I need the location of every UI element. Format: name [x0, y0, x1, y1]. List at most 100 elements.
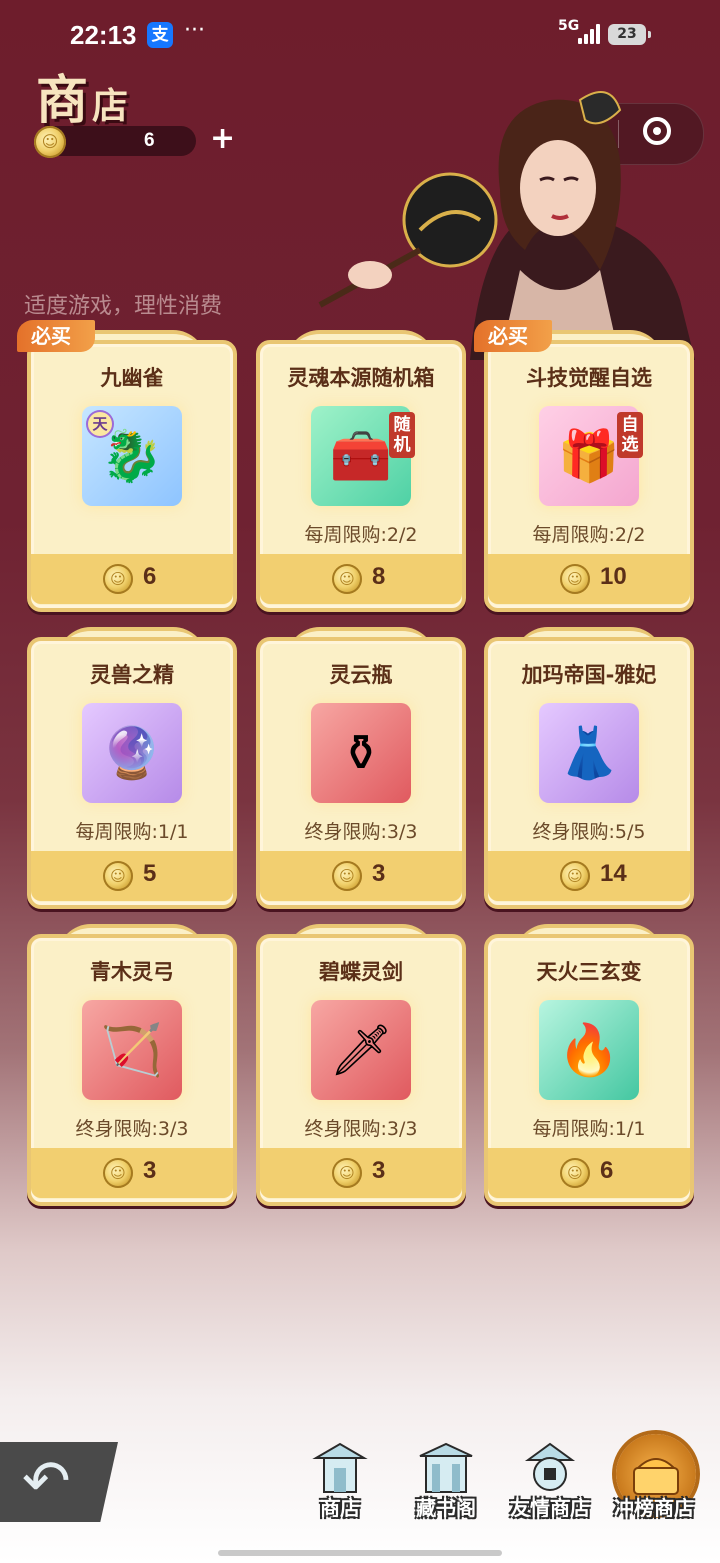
- shop-item-card[interactable]: 必买 九幽雀 🐉 天 6: [17, 320, 237, 612]
- purchase-limit: 终身限购:5/5: [532, 821, 646, 843]
- more-status-icon: ···: [184, 18, 205, 43]
- item-price: 5: [143, 860, 157, 887]
- price-bar[interactable]: 3: [31, 1148, 233, 1198]
- item-name: 加玛帝国-雅妃: [521, 663, 657, 687]
- add-coin-button[interactable]: +: [210, 123, 235, 155]
- coin-icon: [560, 564, 590, 594]
- coin-icon: [34, 126, 66, 158]
- price-bar[interactable]: 3: [260, 1148, 462, 1198]
- item-icon: 🐉 天: [82, 406, 182, 506]
- network-label: 5G: [558, 18, 580, 34]
- gourd-vase-icon: ⚱: [340, 724, 382, 782]
- status-time: 22:13: [70, 20, 137, 50]
- nav-library[interactable]: 藏书阁: [398, 1440, 494, 1530]
- item-icon: 🔥: [539, 1000, 639, 1100]
- price-bar[interactable]: 6: [31, 554, 233, 604]
- coin-balance: 6: [144, 130, 155, 151]
- home-indicator[interactable]: [218, 1550, 502, 1556]
- nav-label: 藏书阁: [416, 1496, 476, 1520]
- item-name: 九幽雀: [100, 366, 164, 390]
- coin-balance-bar: 6 +: [34, 123, 235, 158]
- price-bar[interactable]: 3: [260, 851, 462, 901]
- price-bar[interactable]: 10: [488, 554, 690, 604]
- back-button[interactable]: ↶: [0, 1442, 118, 1522]
- flame-scroll-icon: 🔥: [557, 1021, 621, 1079]
- item-price: 14: [600, 860, 627, 887]
- item-name: 斗技觉醒自选: [526, 366, 652, 390]
- item-icon: 🏹: [82, 1000, 182, 1100]
- price-bar[interactable]: 6: [488, 1148, 690, 1198]
- item-icon: 🎁 自选: [539, 406, 643, 506]
- purchase-limit: 终身限购:3/3: [304, 821, 418, 843]
- purchase-limit: 终身限购:3/3: [304, 1118, 418, 1140]
- nav-friendship-shop[interactable]: 友情商店: [502, 1440, 598, 1530]
- purchase-limit: 每周限购:2/2: [304, 524, 418, 546]
- coin-icon: [103, 861, 133, 891]
- item-name: 天火三玄变: [536, 960, 642, 984]
- coin-icon: [332, 564, 362, 594]
- item-price: 3: [143, 1157, 157, 1184]
- slogan-text: 适度游戏，理性消费: [24, 294, 223, 319]
- costume-icon: 👗: [557, 724, 621, 782]
- title-char-1: 商: [36, 70, 89, 131]
- price-bar[interactable]: 5: [31, 851, 233, 901]
- item-price: 3: [372, 860, 386, 887]
- title-char-2: 店: [92, 85, 129, 127]
- shop-item-card[interactable]: 灵云瓶 ⚱ 终身限购:3/3 3: [256, 627, 466, 909]
- tier-badge: 天: [88, 412, 112, 436]
- close-miniprogram-button[interactable]: [643, 117, 671, 145]
- choice-tag: 自选: [617, 412, 643, 458]
- random-tag: 随机: [389, 412, 415, 458]
- item-icon: 🗡: [311, 1000, 411, 1100]
- coin-icon: [103, 564, 133, 594]
- shop-item-card[interactable]: 加玛帝国-雅妃 👗 终身限购:5/5 14: [484, 627, 694, 909]
- library-icon: [419, 1442, 473, 1493]
- sword-icon: 🗡: [329, 1021, 393, 1079]
- item-name: 青木灵弓: [90, 960, 174, 984]
- miniprogram-capsule: •••: [532, 103, 704, 165]
- shop-item-card[interactable]: 必买 斗技觉醒自选 🎁 自选 每周限购:2/2 10: [474, 320, 694, 612]
- item-name: 灵云瓶: [329, 663, 393, 687]
- must-buy-badge: 必买: [17, 320, 95, 352]
- item-price: 8: [372, 563, 386, 590]
- back-arrow-icon: ↶: [22, 1447, 71, 1515]
- must-buy-badge: 必买: [474, 320, 552, 352]
- page-title: 商店: [36, 58, 128, 133]
- item-icon: 🔮: [82, 703, 182, 803]
- shop-item-card[interactable]: 天火三玄变 🔥 每周限购:1/1 6: [484, 924, 694, 1206]
- price-bar[interactable]: 8: [260, 554, 462, 604]
- nav-label: 友情商店: [510, 1496, 590, 1520]
- shop-item-card[interactable]: 灵兽之精 🔮 每周限购:1/1 5: [27, 627, 237, 909]
- purchase-limit: 每周限购:1/1: [532, 1118, 646, 1140]
- bow-icon: 🏹: [100, 1021, 164, 1079]
- nav-shop[interactable]: 商店: [292, 1440, 388, 1530]
- item-price: 3: [372, 1157, 386, 1184]
- nav-ranking-shop[interactable]: 冲榜商店: [606, 1434, 702, 1530]
- coin-icon: [560, 1158, 590, 1188]
- item-price: 6: [143, 563, 157, 590]
- nav-label: 商店: [320, 1496, 360, 1520]
- coin-icon: [332, 861, 362, 891]
- item-price: 6: [600, 1157, 614, 1184]
- coin-icon: [560, 861, 590, 891]
- nav-label: 冲榜商店: [614, 1496, 694, 1520]
- coin-icon: [103, 1158, 133, 1188]
- alipay-icon: 支: [147, 22, 173, 48]
- signal-icon: [578, 24, 600, 44]
- item-name: 碧蝶灵剑: [319, 960, 403, 984]
- purchase-limit: 每周限购:2/2: [532, 524, 646, 546]
- purchase-limit: 每周限购:1/1: [75, 821, 189, 843]
- item-name: 灵魂本源随机箱: [287, 366, 435, 390]
- item-icon: 👗: [539, 703, 639, 803]
- item-icon: 🧰 随机: [311, 406, 415, 506]
- shop-item-card[interactable]: 青木灵弓 🏹 终身限购:3/3 3: [27, 924, 237, 1206]
- shop-item-card[interactable]: 碧蝶灵剑 🗡 终身限购:3/3 3: [256, 924, 466, 1206]
- more-menu-button[interactable]: •••: [553, 112, 609, 147]
- shop-item-card[interactable]: 灵魂本源随机箱 🧰 随机 每周限购:2/2 8: [256, 330, 466, 612]
- battery-icon: 23: [608, 24, 651, 45]
- capsule-divider: [618, 120, 619, 148]
- beast-eye-icon: 🔮: [100, 724, 164, 782]
- price-bar[interactable]: 14: [488, 851, 690, 901]
- purchase-limit: 终身限购:3/3: [75, 1118, 189, 1140]
- friendship-icon: [524, 1442, 576, 1491]
